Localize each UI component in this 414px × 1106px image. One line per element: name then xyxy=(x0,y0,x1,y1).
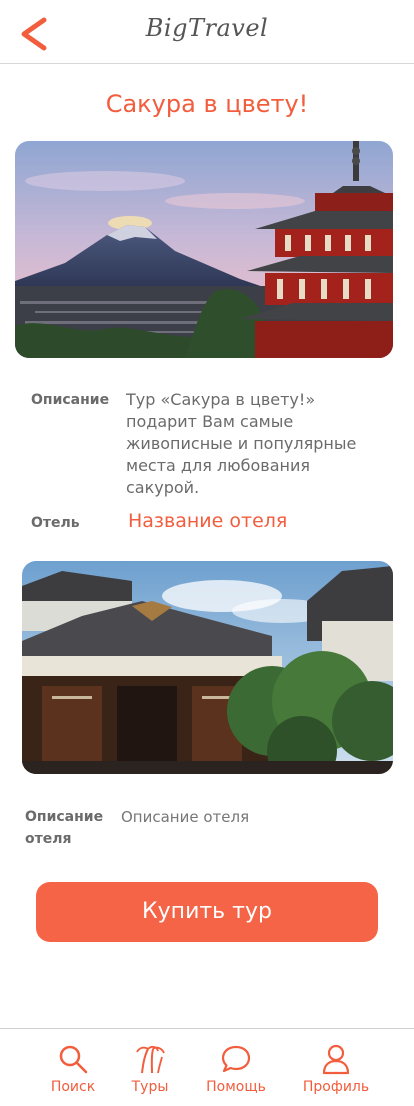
palm-tree-icon xyxy=(136,1045,165,1074)
tour-title: Сакура в цвету! xyxy=(105,90,309,118)
tab-profile-label: Профиль xyxy=(302,1079,370,1095)
hotel-description-label: Описание отеля xyxy=(25,809,104,847)
user-icon xyxy=(322,1044,350,1075)
hotel-label: Отель xyxy=(31,515,80,531)
tab-tours[interactable]: Туры xyxy=(120,1043,180,1095)
tab-search[interactable]: Поиск xyxy=(44,1043,102,1095)
description-label: Описание xyxy=(31,392,110,408)
hotel-name[interactable]: Название отеля xyxy=(128,510,287,532)
tab-tours-label: Туры xyxy=(131,1079,169,1095)
chat-bubble-icon xyxy=(221,1045,251,1073)
bottom-tab-bar: Поиск Туры Помощь Профиль xyxy=(0,1028,414,1106)
tour-description: Тур «Сакура в цвету!» подарит Вам самые … xyxy=(126,390,357,497)
tab-search-label: Поиск xyxy=(50,1079,96,1095)
buy-tour-button[interactable]: Купить тур xyxy=(36,882,378,942)
tab-profile[interactable]: Профиль xyxy=(296,1043,376,1095)
search-icon xyxy=(59,1045,88,1074)
hotel-photo xyxy=(22,561,393,774)
tab-help-label: Помощь xyxy=(206,1079,266,1095)
app-header: BigTravel xyxy=(0,0,414,64)
app-logo: BigTravel xyxy=(145,14,269,42)
tab-help[interactable]: Помощь xyxy=(200,1043,272,1095)
hotel-description: Описание отеля xyxy=(121,808,250,826)
tour-photo xyxy=(15,141,393,358)
